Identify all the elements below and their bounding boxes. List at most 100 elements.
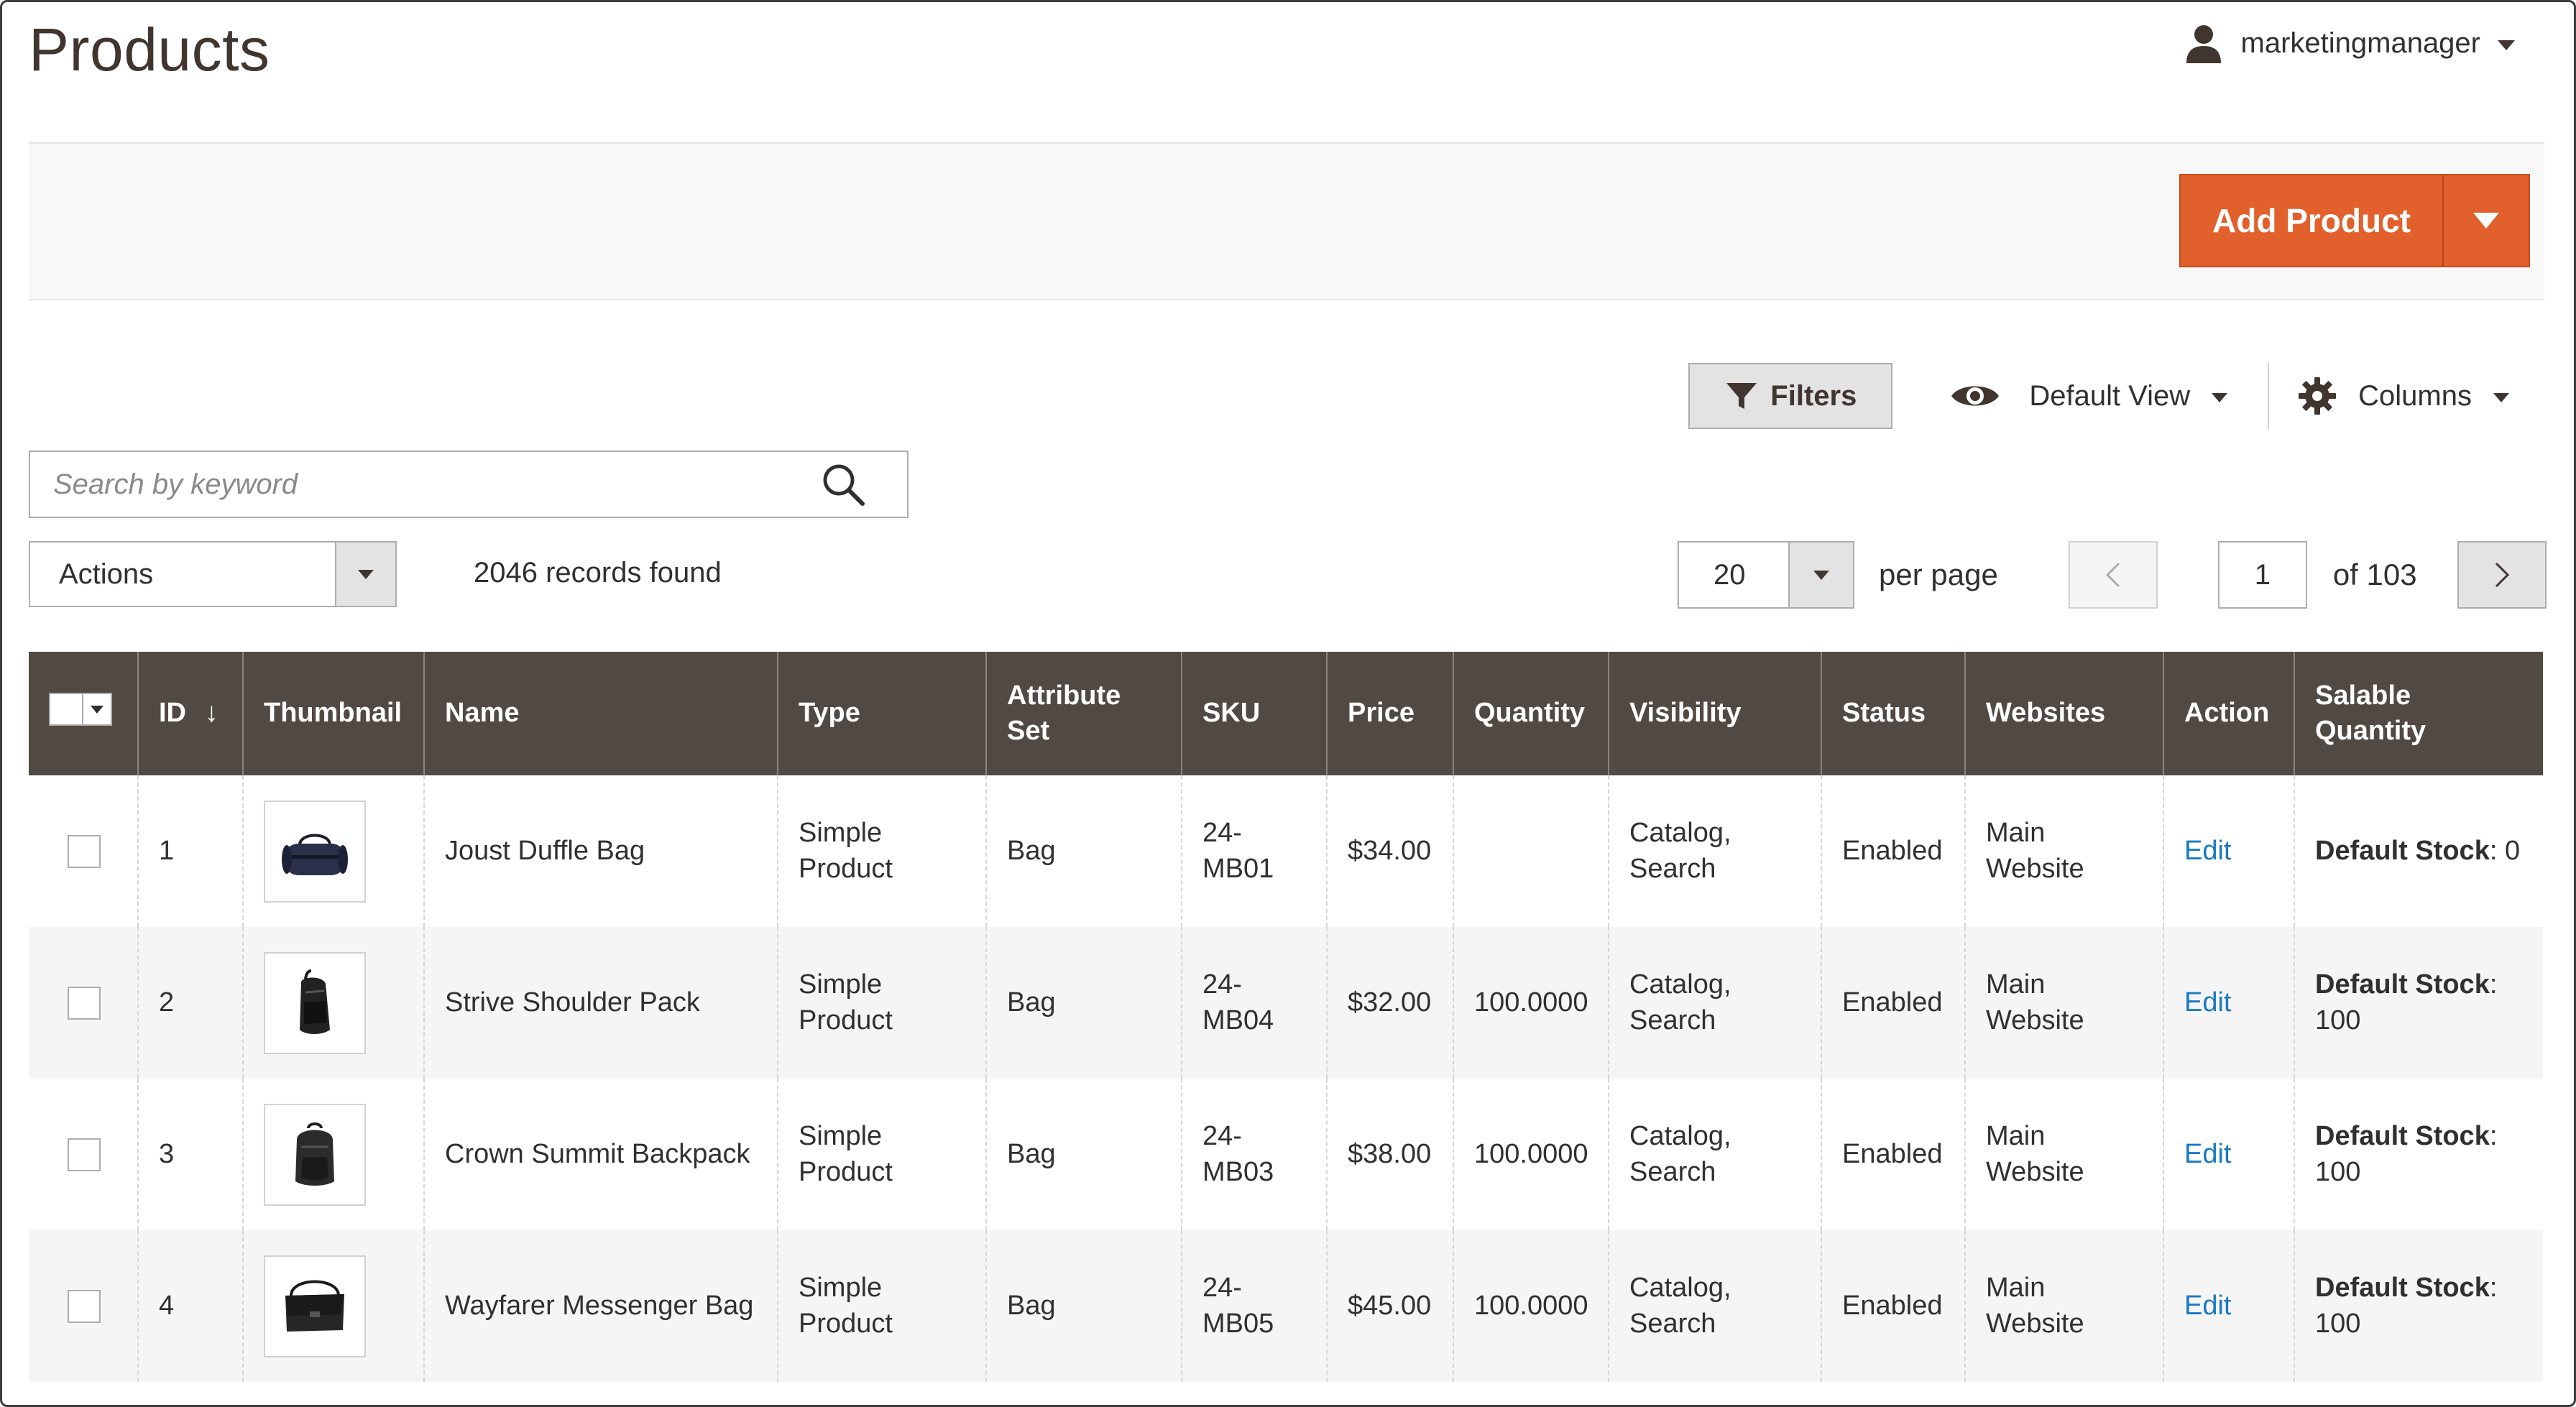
duffle-bag-thumbnail[interactable] (264, 800, 366, 903)
salable-stock-label: Default Stock (2315, 835, 2490, 866)
cell-visibility: Catalog, Search (1608, 1230, 1821, 1382)
toolbar-divider (2268, 363, 2270, 429)
row-checkbox[interactable] (68, 986, 101, 1020)
filters-label: Filters (1770, 379, 1857, 412)
mass-actions-select[interactable]: Actions (29, 541, 397, 607)
cell-type: Simple Product (777, 1230, 986, 1382)
grid-toolbar-controls: Filters Default View Columns (1688, 363, 2509, 429)
grid-header-row: ID ↓ Thumbnail Name Type Attribute Set SK… (29, 652, 2543, 775)
cell-id: 1 (137, 775, 243, 927)
cell-sku: 24-MB03 (1181, 1079, 1327, 1230)
cell-type: Simple Product (777, 775, 986, 927)
per-page-toggle[interactable] (1788, 543, 1853, 607)
salable-stock-label: Default Stock (2315, 1121, 2490, 1152)
row-checkbox[interactable] (68, 1289, 101, 1323)
mass-select-toggle[interactable] (82, 694, 111, 725)
cell-id: 3 (137, 1079, 243, 1230)
column-header-visibility[interactable]: Visibility (1608, 652, 1821, 775)
chevron-down-icon (91, 705, 104, 714)
filters-button[interactable]: Filters (1688, 363, 1893, 429)
salable-stock-label: Default Stock (2315, 969, 2490, 1000)
select-all-box[interactable] (50, 694, 82, 724)
row-checkbox-cell (29, 1230, 138, 1382)
products-grid: ID ↓ Thumbnail Name Type Attribute Set SK… (29, 652, 2543, 1382)
column-header-attribute-set[interactable]: Attribute Set (985, 652, 1182, 775)
cell-action: Edit (2163, 1079, 2294, 1230)
chevron-left-icon (2105, 562, 2120, 588)
column-header-sku[interactable]: SKU (1181, 652, 1327, 775)
add-product-split-button: Add Product (2179, 174, 2530, 267)
cell-visibility: Catalog, Search (1608, 927, 1821, 1079)
cell-sku: 24-MB04 (1181, 927, 1327, 1079)
view-switcher[interactable]: Default View (1950, 379, 2228, 413)
edit-link[interactable]: Edit (2184, 1139, 2231, 1169)
cell-attribute-set: Bag (985, 927, 1182, 1079)
mass-select-checkbox[interactable] (49, 693, 112, 726)
shoulder-pack-image (300, 969, 330, 1034)
edit-link[interactable]: Edit (2184, 836, 2231, 866)
per-page-select[interactable]: 20 (1678, 541, 1854, 609)
user-name: marketingmanager (2240, 27, 2481, 59)
column-header-status[interactable]: Status (1821, 652, 1965, 775)
cell-action: Edit (2163, 1230, 2294, 1382)
salable-stock-value: : 0 (2489, 835, 2521, 866)
total-pages-label: of 103 (2332, 558, 2417, 591)
pagination: 20 per page 1 of 103 (1678, 541, 2547, 609)
next-page-button[interactable] (2457, 541, 2547, 609)
column-header-id[interactable]: ID ↓ (137, 652, 243, 775)
cell-attribute-set: Bag (985, 1079, 1182, 1230)
current-page-input[interactable]: 1 (2217, 541, 2307, 609)
cell-status: Enabled (1821, 1079, 1965, 1230)
cell-id: 2 (137, 927, 243, 1079)
gear-icon (2299, 377, 2337, 415)
table-row[interactable]: 2 Strive Shoulder Pack Simple Product Ba… (29, 927, 2543, 1079)
edit-link[interactable]: Edit (2184, 1291, 2231, 1321)
cell-type: Simple Product (777, 927, 986, 1079)
table-row[interactable]: 3 Crown Summit Backpack Simple Product B… (29, 1079, 2543, 1230)
column-header-quantity[interactable]: Quantity (1453, 652, 1609, 775)
filter-icon (1726, 383, 1757, 409)
view-label: Default View (2029, 379, 2191, 412)
column-header-action: Action (2163, 652, 2294, 775)
search-input[interactable] (30, 452, 821, 517)
keyword-search (29, 451, 908, 518)
columns-control[interactable]: Columns (2298, 377, 2509, 415)
previous-page-button[interactable] (2068, 541, 2158, 609)
column-header-websites[interactable]: Websites (1964, 652, 2163, 775)
cell-name: Joust Duffle Bag (423, 775, 778, 927)
cell-salable-quantity: Default Stock: 0 (2294, 775, 2543, 927)
cell-action: Edit (2163, 927, 2294, 1079)
search-icon[interactable] (821, 462, 865, 507)
column-header-id-label: ID (159, 698, 186, 729)
backpack-thumbnail[interactable] (264, 1103, 366, 1206)
cell-quantity (1453, 775, 1609, 927)
app-window: Products marketingmanager Add Product Fi… (0, 0, 2576, 1407)
column-header-price[interactable]: Price (1326, 652, 1453, 775)
row-checkbox[interactable] (68, 834, 101, 868)
cell-id: 4 (137, 1230, 243, 1382)
column-header-type[interactable]: Type (777, 652, 986, 775)
row-checkbox-cell (29, 775, 138, 927)
per-page-value: 20 (1714, 558, 1746, 591)
add-product-dropdown-toggle[interactable] (2444, 175, 2529, 266)
shoulder-pack-thumbnail[interactable] (264, 951, 366, 1054)
cell-attribute-set: Bag (985, 1230, 1182, 1382)
messenger-bag-thumbnail[interactable] (264, 1255, 366, 1357)
cell-quantity: 100.0000 (1453, 1079, 1609, 1230)
table-row[interactable]: 1 Joust Duffle Bag Simple Product Bag 24… (29, 775, 2543, 927)
row-checkbox[interactable] (68, 1138, 101, 1171)
cell-sku: 24-MB05 (1181, 1230, 1327, 1382)
mass-actions-toggle[interactable] (335, 543, 395, 606)
add-product-button[interactable]: Add Product (2181, 175, 2444, 266)
per-page-label: per page (1879, 558, 1998, 591)
user-icon (2186, 25, 2221, 63)
column-header-name[interactable]: Name (423, 652, 778, 775)
cell-websites: Main Website (1964, 1230, 2163, 1382)
edit-link[interactable]: Edit (2184, 987, 2231, 1018)
cell-salable-quantity: Default Stock: 100 (2294, 927, 2543, 1079)
user-menu[interactable]: marketingmanager (2184, 18, 2515, 68)
table-row[interactable]: 4 Wayfarer Messenger Bag Simple Product … (29, 1230, 2543, 1382)
cell-websites: Main Website (1964, 927, 2163, 1079)
chevron-down-icon (358, 569, 374, 579)
cell-attribute-set: Bag (985, 775, 1182, 927)
